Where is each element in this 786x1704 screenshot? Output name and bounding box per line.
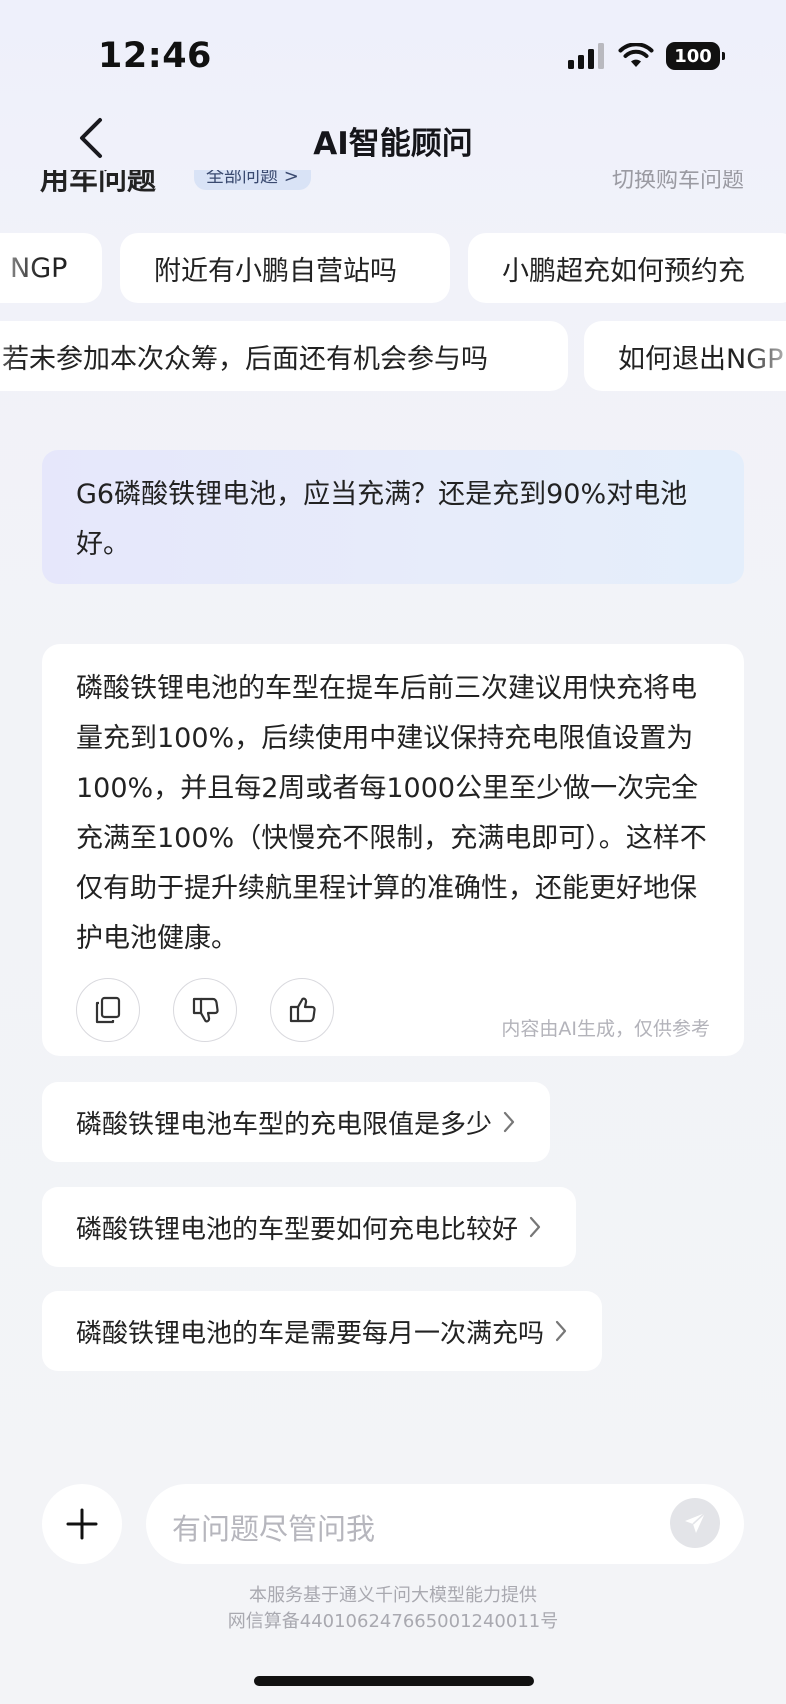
copy-icon bbox=[95, 996, 121, 1024]
quick-question-chip[interactable]: 如何退出NGP bbox=[584, 321, 786, 391]
switch-category-link[interactable]: 切换购车问题 bbox=[612, 170, 744, 194]
copy-button[interactable] bbox=[76, 978, 140, 1042]
quick-question-chip[interactable]: 若未参加本次众筹，后面还有机会参与吗 bbox=[0, 321, 568, 391]
user-question-bubble: G6磷酸铁锂电池，应当充满？还是充到90%对电池好。 bbox=[42, 450, 744, 584]
add-button[interactable] bbox=[42, 1484, 122, 1564]
suggested-question-label: 磷酸铁锂电池车型的充电限值是多少 bbox=[76, 1109, 493, 1140]
chevron-right-icon bbox=[502, 1110, 516, 1134]
quick-question-row-2: 若未参加本次众筹，后面还有机会参与吗 如何退出NGP bbox=[0, 321, 786, 393]
cellular-signal-icon bbox=[568, 43, 604, 69]
question-category-header: 用车问题 全部问题 > 切换购车问题 bbox=[40, 170, 760, 196]
chip-label: 附近有小鹏自营站吗 bbox=[154, 255, 397, 287]
send-icon bbox=[685, 1512, 706, 1533]
ai-answer-card: 磷酸铁锂电池的车型在提车后前三次建议用快充将电量充到100%，后续使用中建议保持… bbox=[42, 644, 744, 1056]
quick-question-chip[interactable]: NGP bbox=[0, 233, 102, 303]
suggested-question[interactable]: 磷酸铁锂电池的车型要如何充电比较好 bbox=[42, 1187, 577, 1267]
suggested-question[interactable]: 磷酸铁锂电池的车是需要每月一次满充吗 bbox=[42, 1291, 603, 1371]
suggested-question[interactable]: 磷酸铁锂电池车型的充电限值是多少 bbox=[42, 1082, 551, 1162]
status-time: 12:46 bbox=[98, 36, 212, 76]
battery-indicator: 100 bbox=[666, 42, 725, 70]
battery-level: 100 bbox=[674, 45, 712, 67]
chip-label: NGP bbox=[10, 252, 68, 284]
chip-label: 小鹏超充如何预约充 bbox=[502, 255, 745, 287]
message-input-placeholder: 有问题尽管问我 bbox=[172, 1512, 376, 1546]
chip-label: 如何退出NGP bbox=[618, 343, 784, 375]
category-title: 用车问题 bbox=[40, 170, 157, 196]
wifi-icon bbox=[618, 43, 654, 67]
suggested-question-label: 磷酸铁锂电池的车是需要每月一次满充吗 bbox=[76, 1318, 545, 1349]
registration-number: 网信算备440106247665001240011号 bbox=[227, 1611, 559, 1632]
quick-question-chip[interactable]: 小鹏超充如何预约充 bbox=[468, 233, 786, 303]
quick-question-chip[interactable]: 附近有小鹏自营站吗 bbox=[120, 233, 450, 303]
all-questions-link[interactable]: 全部问题 > bbox=[194, 170, 311, 190]
answer-text: 磷酸铁锂电池的车型在提车后前三次建议用快充将电量充到100%，后续使用中建议保持… bbox=[76, 673, 707, 954]
chevron-right-icon bbox=[554, 1319, 568, 1343]
ai-disclaimer: 内容由AI生成，仅供参考 bbox=[501, 1018, 710, 1040]
status-icons: 100 bbox=[568, 42, 725, 70]
message-input[interactable]: 有问题尽管问我 bbox=[146, 1484, 744, 1564]
service-notice: 本服务基于通义千问大模型能力提供 bbox=[249, 1585, 537, 1606]
quick-question-row-1: NGP 附近有小鹏自营站吗 小鹏超充如何预约充 bbox=[0, 233, 786, 305]
plus-icon bbox=[66, 1508, 98, 1540]
thumbs-down-icon bbox=[192, 997, 219, 1023]
thumbs-up-button[interactable] bbox=[270, 978, 334, 1042]
chevron-right-icon bbox=[528, 1215, 542, 1239]
suggested-question-label: 磷酸铁锂电池的车型要如何充电比较好 bbox=[76, 1214, 519, 1245]
send-button[interactable] bbox=[670, 1498, 720, 1548]
page-title: AI智能顾问 bbox=[313, 126, 473, 162]
thumbs-down-button[interactable] bbox=[173, 978, 237, 1042]
home-indicator bbox=[254, 1676, 534, 1686]
thumbs-up-icon bbox=[289, 997, 316, 1023]
chip-label: 若未参加本次众筹，后面还有机会参与吗 bbox=[2, 343, 488, 375]
